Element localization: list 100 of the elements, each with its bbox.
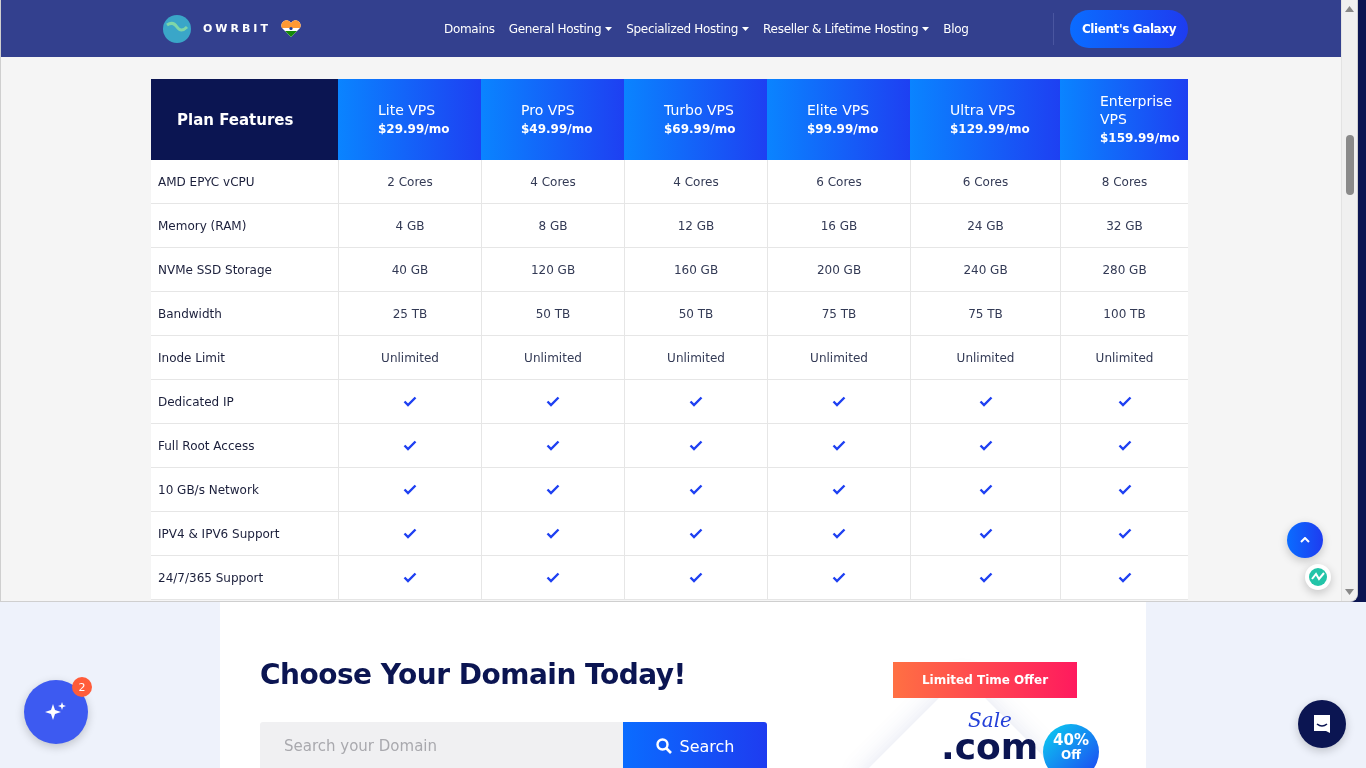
table-cell: 240 GB [910, 248, 1060, 292]
scroll-up-icon[interactable] [1345, 6, 1354, 12]
discount-label: Off [1061, 748, 1081, 762]
plan-price: $49.99/mo [521, 120, 594, 138]
table-header-cell: Plan Features [151, 79, 338, 160]
plan-name: Elite VPS [807, 100, 871, 119]
caret-icon [922, 26, 930, 31]
feature-cell: Inode Limit [151, 336, 338, 380]
zigzag-logo-icon [1309, 568, 1327, 586]
plan-name: Lite VPS [378, 100, 437, 119]
check-icon [689, 484, 703, 495]
nav-link[interactable]: Blog [943, 21, 969, 36]
globe-logo-icon [161, 12, 193, 45]
check-icon [403, 484, 417, 495]
table-cell: 200 GB [767, 248, 910, 292]
table-cell: 75 TB [910, 292, 1060, 336]
plan-name: Ultra VPS [950, 100, 1017, 119]
caret-icon [742, 26, 750, 31]
table-cell: 40 GB [338, 248, 481, 292]
plan-name: Pro VPS [521, 100, 576, 119]
feature-cell: Dedicated IP [151, 380, 338, 424]
nav-link[interactable]: Reseller & Lifetime Hosting [763, 21, 930, 36]
check-icon [546, 440, 560, 451]
table-cell: 12 GB [624, 204, 767, 248]
scroll-down-icon[interactable] [1345, 589, 1354, 595]
plan-price: $29.99/mo [378, 120, 451, 138]
table-cell: Unlimited [624, 336, 767, 380]
check-icon [978, 396, 993, 407]
feature-cell: Full Root Access [151, 424, 338, 468]
check-icon [1117, 528, 1132, 539]
check-icon [832, 572, 846, 583]
check-icon [832, 484, 846, 495]
plan-price: $159.99/mo [1100, 129, 1178, 147]
plan-name: Enterprise VPS [1100, 91, 1174, 128]
table-cell: 8 GB [481, 204, 624, 248]
check-icon [1117, 396, 1132, 407]
table-cell: 50 TB [481, 292, 624, 336]
check-icon [403, 440, 417, 451]
check-icon [403, 528, 417, 539]
clients-galaxy-button[interactable]: Client's Galaxy [1070, 9, 1188, 48]
feature-cell: Memory (RAM) [151, 204, 338, 248]
check-icon [978, 440, 993, 451]
plan-price: $99.99/mo [807, 120, 880, 138]
feature-cell: IPV4 & IPV6 Support [151, 512, 338, 556]
table-cell: 4 GB [338, 204, 481, 248]
table-cell: Unlimited [910, 336, 1060, 380]
check-icon [546, 484, 560, 495]
table-cell: 32 GB [1060, 204, 1188, 248]
table-cell: 16 GB [767, 204, 910, 248]
table-cell: 8 Cores [1060, 160, 1188, 204]
search-icon [655, 738, 672, 754]
caret-icon [605, 26, 613, 31]
check-icon [832, 528, 846, 539]
check-icon [978, 572, 993, 583]
nav-link[interactable]: Specialized Hosting [626, 21, 750, 36]
check-icon [546, 572, 560, 583]
table-cell: 24 GB [910, 204, 1060, 248]
table-cell: 100 TB [1060, 292, 1188, 336]
check-icon [546, 528, 560, 539]
chat-icon [1311, 713, 1333, 735]
table-cell: 6 Cores [910, 160, 1060, 204]
feature-cell: 24/7/365 Support [151, 556, 338, 600]
table-cell: 50 TB [624, 292, 767, 336]
feature-cell: NVMe SSD Storage [151, 248, 338, 292]
table-cell: Unlimited [481, 336, 624, 380]
nav-link[interactable]: General Hosting [508, 21, 613, 36]
domain-title: Choose Your Domain Today! [260, 658, 687, 691]
table-cell: 4 Cores [624, 160, 767, 204]
table-cell: 2 Cores [338, 160, 481, 204]
table-cell: 25 TB [338, 292, 481, 336]
feature-cell: 10 GB/s Network [151, 468, 338, 512]
nav-link[interactable]: Domains [444, 21, 495, 36]
check-icon [1117, 484, 1132, 495]
check-icon [689, 528, 703, 539]
table-cell: Unlimited [338, 336, 481, 380]
plan-price: $69.99/mo [664, 120, 737, 138]
check-icon [1117, 572, 1132, 583]
table-cell: 160 GB [624, 248, 767, 292]
table-cell: Unlimited [1060, 336, 1188, 380]
offer-ribbon: Limited Time Offer [893, 662, 1077, 698]
chevron-up-icon [1300, 537, 1310, 543]
check-icon [978, 528, 993, 539]
feature-cell: Bandwidth [151, 292, 338, 336]
table-cell: 120 GB [481, 248, 624, 292]
table-cell: 75 TB [767, 292, 910, 336]
check-icon [832, 440, 846, 451]
scrollbar-thumb[interactable] [1346, 135, 1354, 195]
check-icon [689, 572, 703, 583]
plan-name: Turbo VPS [664, 100, 735, 119]
check-icon [689, 440, 703, 451]
check-icon [403, 396, 417, 407]
check-icon [978, 484, 993, 495]
table-cell: 4 Cores [481, 160, 624, 204]
check-icon [403, 572, 417, 583]
plan-price: $129.99/mo [950, 120, 1031, 138]
check-icon [689, 396, 703, 407]
table-cell: 6 Cores [767, 160, 910, 204]
check-icon [832, 396, 846, 407]
search-button[interactable]: Search [623, 722, 767, 768]
domain-search-field[interactable]: Search your Domain [260, 722, 623, 768]
